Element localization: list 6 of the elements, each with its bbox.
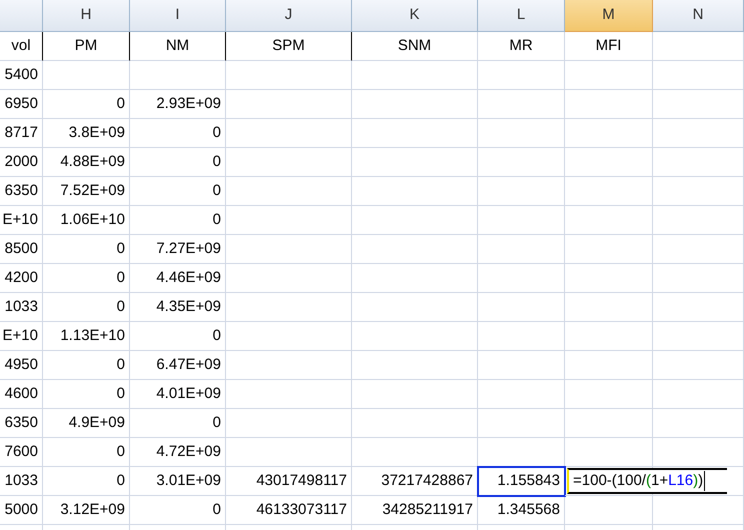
formula-token: ) [698, 470, 704, 491]
formula-token: =100-(100/ [573, 470, 646, 491]
formula-token: 1+ [650, 470, 668, 491]
formula-token: ) [693, 470, 698, 491]
formula-token: ( [646, 470, 651, 491]
formula-token: L16 [668, 470, 694, 491]
